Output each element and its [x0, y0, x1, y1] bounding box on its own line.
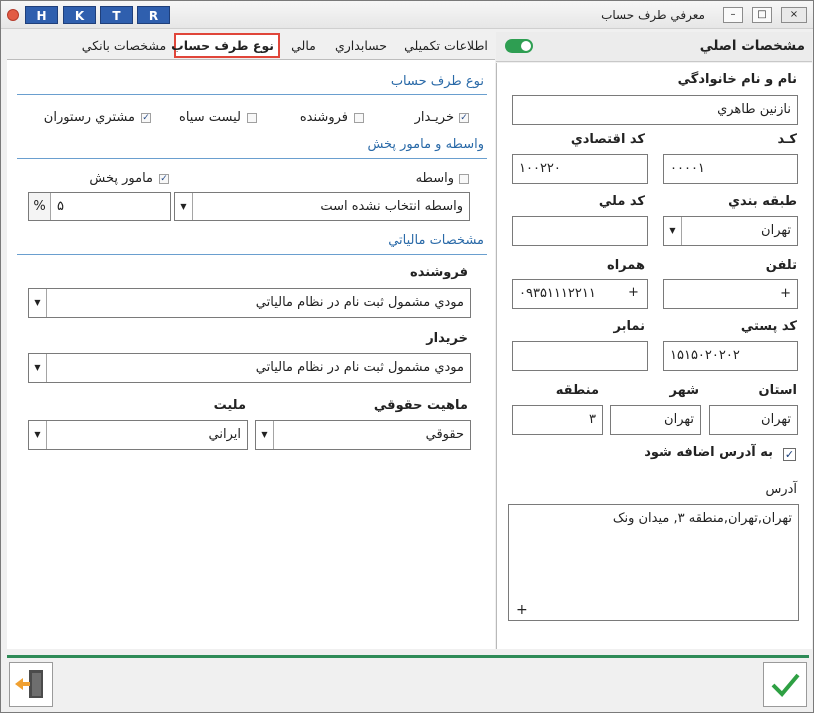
fax-label: نمابر [613, 319, 645, 334]
percent-value: ۵ [57, 199, 64, 214]
section-divider [17, 254, 487, 255]
category-label: طبقه بندي [728, 194, 797, 209]
restaurant-customer-checkbox[interactable]: ✓ [141, 113, 151, 123]
minimize-button[interactable]: – [723, 7, 743, 23]
province-field[interactable]: تهران [709, 405, 798, 435]
restaurant-customer-label: مشتري رستوران [43, 110, 135, 125]
checkmark-icon [771, 673, 800, 697]
toggle-knob [521, 41, 531, 51]
agent-section-title: واسطه و مامور پخش [367, 137, 484, 152]
nationality-select[interactable]: ايراني ▼ [28, 420, 248, 450]
phone-field[interactable]: + [663, 279, 798, 309]
category-value: تهران [761, 223, 791, 238]
maximize-button[interactable]: □ [752, 7, 772, 23]
exit-door-icon [15, 670, 43, 698]
quick-button-r[interactable]: R [137, 6, 170, 24]
chevron-down-icon[interactable]: ▼ [29, 421, 47, 449]
economic-code-label: كد اقتصادي [570, 132, 645, 147]
city-field[interactable]: تهران [610, 405, 701, 435]
confirm-button[interactable] [763, 662, 807, 707]
account-type-section-title: نوع طرف حساب [390, 74, 484, 89]
chevron-down-icon[interactable]: ▼ [175, 193, 193, 220]
code-label: كـد [777, 132, 797, 147]
tax-seller-label: فروشنده [410, 265, 468, 280]
seller-label: فروشنده [299, 110, 348, 125]
blacklist-label: ليست سياه [179, 110, 241, 125]
exit-button[interactable] [9, 662, 53, 707]
title-bar: H K T R معرفي طرف حساب – □ × [1, 1, 813, 29]
tab-bank-details[interactable]: مشخصات بانكي [79, 37, 169, 57]
close-button[interactable]: × [781, 7, 807, 23]
mobile-prefix: + [628, 285, 639, 300]
tax-buyer-select[interactable]: مودي مشمول ثبت نام در نظام مالياتي ▼ [28, 353, 471, 383]
category-select[interactable]: تهران ▼ [663, 216, 798, 246]
percent-field[interactable]: % ۵ [28, 192, 171, 221]
name-field[interactable]: نازنين طاهري [512, 95, 798, 125]
tab-financial[interactable]: مالي [286, 37, 321, 57]
name-label: نام و نام خانوادگي [677, 72, 797, 87]
quick-button-h[interactable]: H [25, 6, 58, 24]
buyer-checkbox[interactable]: ✓ [459, 113, 469, 123]
tab-accounting[interactable]: حسابداري [331, 37, 391, 57]
nationality-label: مليت [213, 398, 246, 413]
add-to-address-label: به آدرس اضافه شود [644, 445, 773, 460]
chevron-down-icon[interactable]: ▼ [29, 354, 47, 382]
main-info-title: مشخصات اصلي [699, 38, 805, 54]
main-info-toggle[interactable] [505, 39, 533, 53]
window: H K T R معرفي طرف حساب – □ × اطلاعات تكم… [0, 0, 814, 713]
chevron-down-icon[interactable]: ▼ [664, 217, 682, 245]
distributor-label: مامور پخش [89, 171, 153, 186]
quick-button-k[interactable]: K [63, 6, 96, 24]
economic-code-field[interactable]: ۱۰۰۲۲۰ [512, 154, 648, 184]
app-status-icon [7, 9, 19, 21]
chevron-down-icon[interactable]: ▼ [256, 421, 274, 449]
section-divider [17, 94, 487, 95]
seller-checkbox[interactable] [354, 113, 364, 123]
code-field[interactable]: ۰۰۰۰۱ [663, 154, 798, 184]
tab-supplementary[interactable]: اطلاعات تكميلي [401, 37, 491, 57]
region-field[interactable]: ۳ [512, 405, 603, 435]
legal-nature-select[interactable]: حقوقي ▼ [255, 420, 471, 450]
distributor-checkbox[interactable]: ✓ [159, 174, 169, 184]
window-title: معرفي طرف حساب [601, 8, 705, 22]
postal-code-field[interactable]: ۱۵۱۵۰۲۰۲۰۲ [663, 341, 798, 371]
legal-nature-value: حقوقي [425, 427, 464, 442]
broker-label: واسطه [415, 171, 454, 186]
tax-section-title: مشخصات مالياتي [388, 233, 484, 248]
broker-checkbox[interactable] [459, 174, 469, 184]
national-code-label: كد ملي [598, 194, 645, 209]
section-divider [17, 158, 487, 159]
address-add-button[interactable]: + [516, 602, 528, 618]
buyer-label: خريـدار [414, 110, 454, 125]
national-code-field[interactable] [512, 216, 648, 246]
add-to-address-checkbox[interactable]: ✓ [783, 448, 796, 461]
tax-seller-select[interactable]: مودي مشمول ثبت نام در نظام مالياتي ▼ [28, 288, 471, 318]
tax-buyer-label: خريدار [426, 331, 468, 346]
bottom-divider [7, 655, 809, 658]
region-label: منطقه [555, 383, 599, 398]
fax-field[interactable] [512, 341, 648, 371]
blacklist-checkbox[interactable] [247, 113, 257, 123]
tab-account-type[interactable]: نوع طرف حساب [171, 33, 280, 58]
broker-select[interactable]: واسطه انتخاب نشده است ▼ [174, 192, 470, 221]
city-label: شهر [669, 383, 699, 398]
chevron-down-icon[interactable]: ▼ [29, 289, 47, 317]
address-textarea[interactable]: تهران,تهران,منطقه ۳, ميدان ونک [508, 504, 799, 621]
nationality-value: ايراني [208, 427, 241, 442]
quick-button-t[interactable]: T [100, 6, 133, 24]
address-value: تهران,تهران,منطقه ۳, ميدان ونک [612, 511, 792, 526]
phone-label: تلفن [765, 258, 797, 273]
tax-buyer-value: مودي مشمول ثبت نام در نظام مالياتي [255, 360, 464, 375]
legal-nature-label: ماهيت حقوقي [373, 398, 468, 413]
province-label: استان [758, 383, 797, 398]
address-label: آدرس [765, 482, 797, 497]
postal-code-label: كد پستي [740, 319, 797, 334]
broker-select-value: واسطه انتخاب نشده است [320, 199, 463, 214]
mobile-label: همراه [607, 258, 645, 273]
percent-sign: % [29, 193, 51, 220]
tax-seller-value: مودي مشمول ثبت نام در نظام مالياتي [255, 295, 464, 310]
